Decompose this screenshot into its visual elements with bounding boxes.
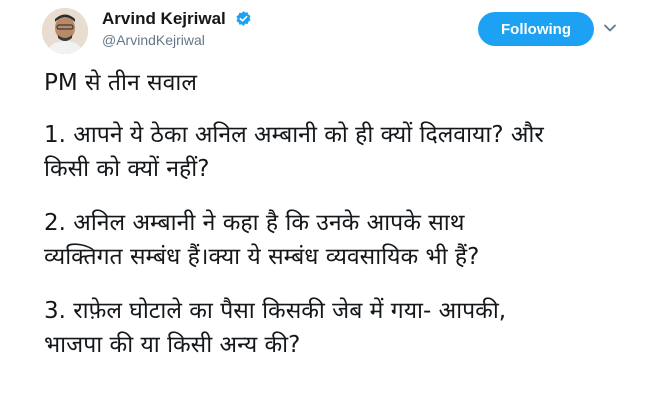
avatar[interactable] (42, 8, 88, 54)
tweet-card: Arvind Kejriwal @ArvindKejriwal Followin… (0, 0, 659, 400)
display-name[interactable]: Arvind Kejriwal (102, 9, 226, 29)
tweet-question-1: 1. आपने ये ठेका अनिल अम्बानी को ही क्यों… (44, 122, 544, 182)
tweet-question-2: 2. अनिल अम्बानी ने कहा है कि उनके आपके स… (44, 210, 480, 270)
chevron-down-icon[interactable] (602, 20, 618, 36)
following-button[interactable]: Following (478, 12, 594, 46)
account-handle[interactable]: @ArvindKejriwal (102, 32, 252, 48)
avatar-image (42, 8, 88, 54)
name-block: Arvind Kejriwal @ArvindKejriwal (102, 8, 252, 48)
verified-badge-icon (236, 11, 251, 26)
tweet-header: Arvind Kejriwal @ArvindKejriwal Followin… (42, 6, 642, 58)
tweet-line-heading: PM से तीन सवाल (44, 70, 197, 96)
tweet-question-3: 3. राफ़ेल घोटाले का पैसा किसकी जेब में ग… (44, 298, 507, 358)
tweet-text: PM से तीन सवाल 1. आपने ये ठेका अनिल अम्ब… (44, 66, 644, 382)
